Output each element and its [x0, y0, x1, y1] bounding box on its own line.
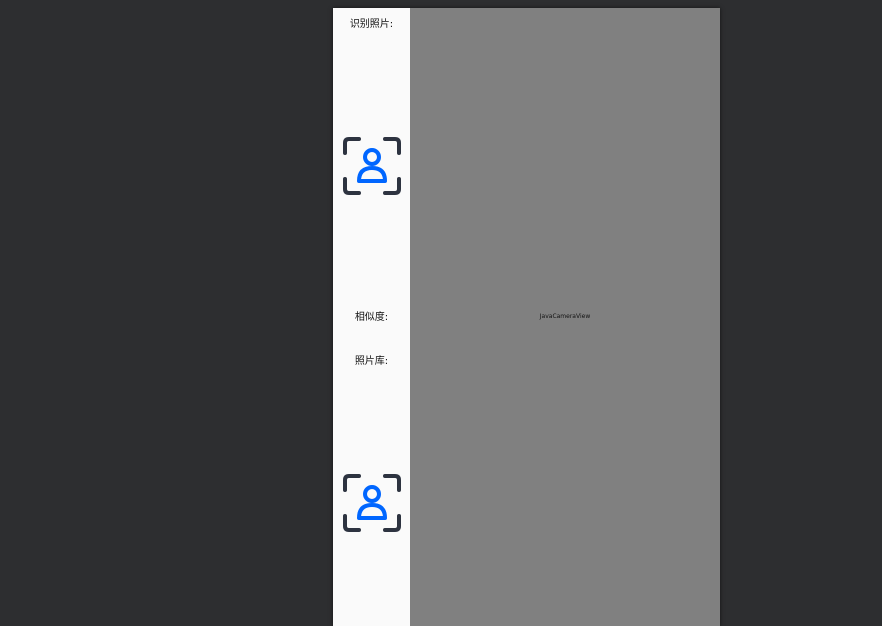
layout-editor-canvas: 识别照片: 相似度: 照片库: JavaCameraView [0, 0, 882, 626]
left-info-panel: 识别照片: 相似度: 照片库: [333, 8, 410, 626]
similarity-label: 相似度: [354, 312, 389, 323]
face-scan-icon[interactable] [342, 473, 402, 533]
camera-view-label: JavaCameraView [539, 313, 591, 320]
face-scan-icon[interactable] [342, 136, 402, 196]
device-preview: 识别照片: 相似度: 照片库: JavaCameraView [333, 8, 720, 626]
photo-gallery-label: 照片库: [354, 356, 389, 367]
camera-view[interactable]: JavaCameraView [410, 8, 720, 626]
recognize-photo-label: 识别照片: [349, 19, 394, 30]
